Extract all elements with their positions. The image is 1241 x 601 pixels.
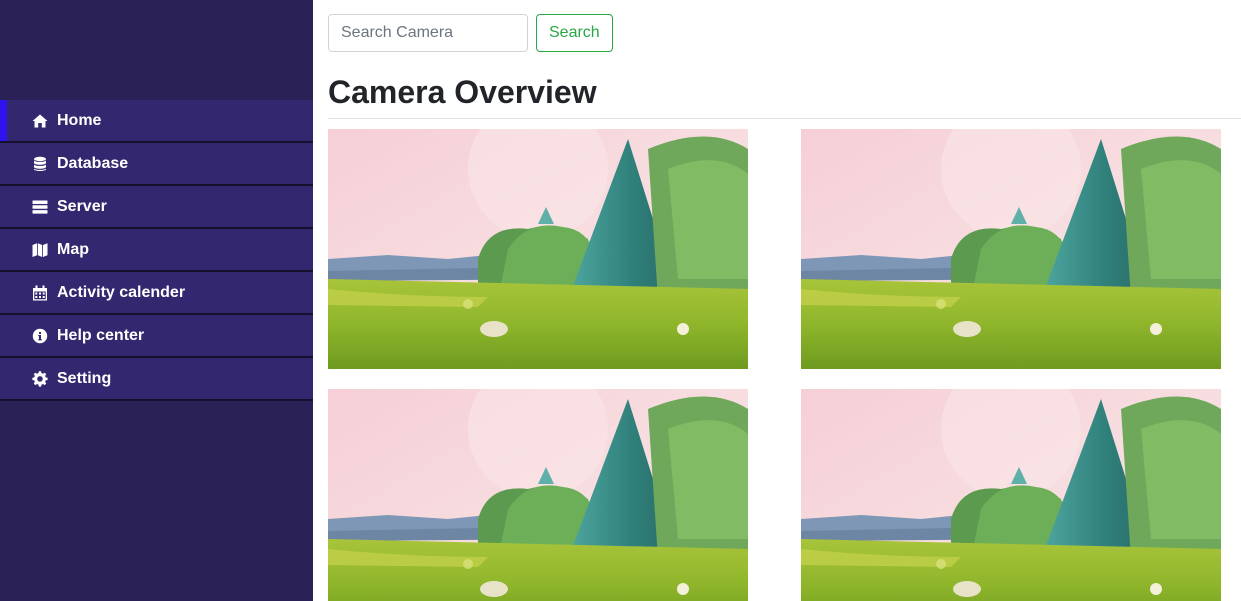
sidebar-item-label: Activity calender — [57, 283, 186, 301]
search-bar: Search — [328, 14, 613, 52]
sidebar-item-home[interactable]: Home — [0, 100, 313, 143]
sidebar-item-setting[interactable]: Setting — [0, 358, 313, 401]
sidebar-item-label: Server — [57, 197, 107, 215]
camera-feed-image — [328, 389, 748, 601]
search-button[interactable]: Search — [536, 14, 613, 52]
map-icon — [32, 242, 48, 258]
camera-feed-2[interactable] — [801, 129, 1221, 369]
camera-feed-4[interactable] — [801, 389, 1221, 601]
camera-feed-image — [328, 129, 748, 369]
camera-feed-image — [801, 389, 1221, 601]
info-icon — [32, 328, 48, 344]
home-icon — [32, 113, 48, 129]
sidebar-item-activity-calender[interactable]: Activity calender — [0, 272, 313, 315]
title-divider — [328, 118, 1241, 119]
sidebar-item-database[interactable]: Database — [0, 143, 313, 186]
sidebar-nav: Home Database Server Map Activity calend… — [0, 100, 313, 401]
camera-feed-1[interactable] — [328, 129, 748, 369]
sidebar-item-help-center[interactable]: Help center — [0, 315, 313, 358]
calendar-icon — [32, 285, 48, 301]
database-icon — [32, 156, 48, 172]
camera-feed-3[interactable] — [328, 389, 748, 601]
gear-icon — [32, 370, 48, 387]
camera-feed-image — [801, 129, 1221, 369]
sidebar-item-label: Setting — [57, 369, 112, 387]
main-content: Search Camera Overview — [313, 0, 1241, 601]
page-title: Camera Overview — [328, 74, 597, 110]
sidebar-item-label: Database — [57, 154, 129, 172]
sidebar-item-label: Home — [57, 111, 102, 129]
server-icon — [32, 199, 48, 215]
sidebar-item-map[interactable]: Map — [0, 229, 313, 272]
search-input[interactable] — [328, 14, 528, 52]
sidebar-item-label: Help center — [57, 326, 145, 344]
sidebar-item-label: Map — [57, 240, 89, 258]
sidebar-item-server[interactable]: Server — [0, 186, 313, 229]
sidebar: Home Database Server Map Activity calend… — [0, 0, 313, 601]
